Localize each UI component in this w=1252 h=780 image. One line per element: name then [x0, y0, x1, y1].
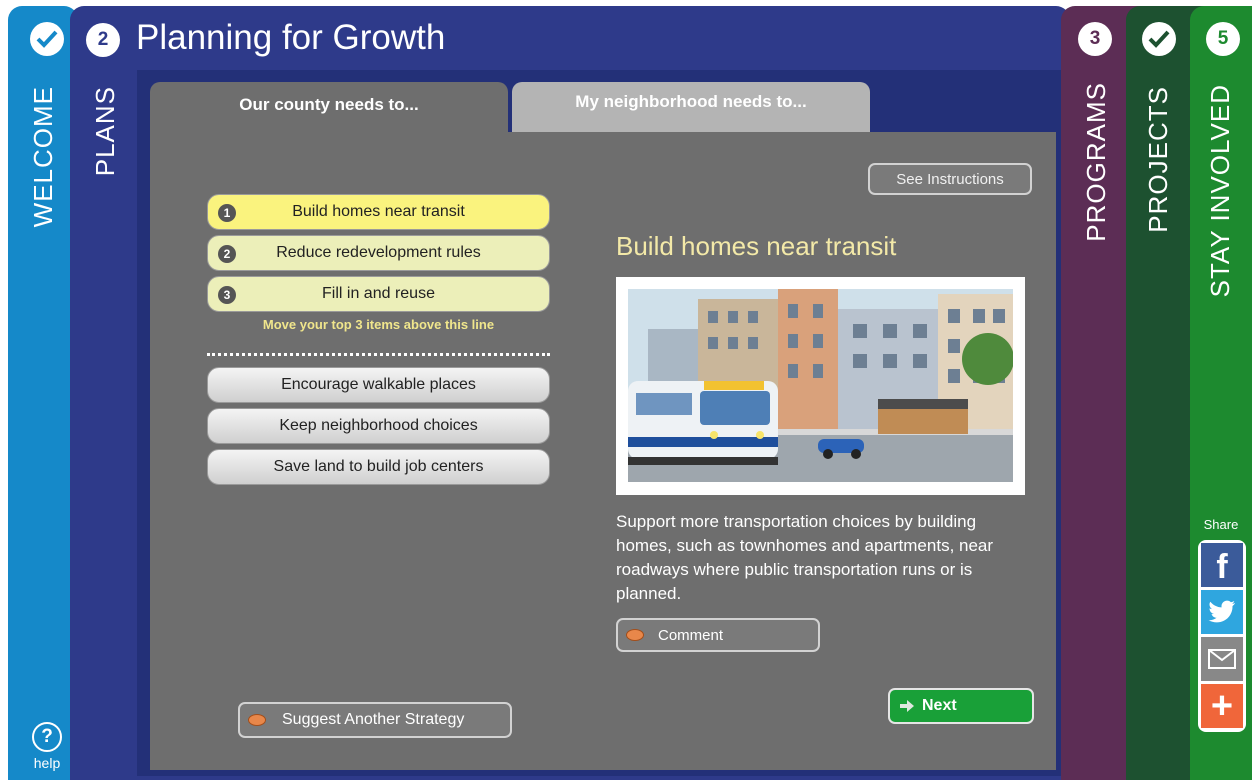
strategy-item-neighborhood[interactable]: Keep neighborhood choices — [207, 408, 550, 444]
next-button[interactable]: Next — [888, 688, 1034, 724]
share-label: Share — [1203, 517, 1239, 532]
rank-badge: 3 — [218, 286, 236, 304]
ranked-item-3[interactable]: 3 Fill in and reuse — [207, 276, 550, 312]
strategy-item-job-centers[interactable]: Save land to build job centers — [207, 449, 550, 485]
comment-bubble-icon — [248, 714, 266, 726]
strategy-title: Build homes near transit — [616, 231, 897, 261]
help-icon: ? — [32, 722, 62, 752]
next-button-label: Next — [922, 697, 957, 714]
tab-neighborhood[interactable]: My neighborhood needs to... — [512, 82, 870, 136]
projects-check-icon — [1142, 22, 1176, 56]
welcome-panel[interactable]: WELCOME ? help — [8, 6, 78, 780]
programs-step-number: 3 — [1078, 22, 1112, 56]
twitter-icon[interactable] — [1201, 590, 1243, 634]
see-instructions-button[interactable]: See Instructions — [868, 163, 1032, 195]
comment-button-label: Comment — [658, 626, 724, 644]
strategy-item-walkable[interactable]: Encourage walkable places — [207, 367, 550, 403]
comment-bubble-icon — [626, 629, 644, 641]
welcome-check-icon — [30, 22, 64, 56]
suggest-strategy-button[interactable]: Suggest Another Strategy — [238, 702, 512, 738]
ranked-item-label: Fill in and reuse — [322, 285, 435, 302]
stay-involved-step-number: 5 — [1206, 22, 1240, 56]
strategy-photo-frame — [616, 277, 1025, 495]
arrow-right-icon — [900, 700, 914, 712]
email-icon[interactable] — [1201, 637, 1243, 681]
facebook-icon[interactable]: f — [1201, 543, 1243, 587]
help-label: help — [33, 755, 61, 771]
tab-neighborhood-label: My neighborhood needs to... — [575, 92, 807, 111]
share-buttons: f + — [1198, 540, 1246, 732]
ranked-item-label: Reduce redevelopment rules — [276, 244, 481, 261]
rank-badge: 2 — [218, 245, 236, 263]
strategy-item-label: Keep neighborhood choices — [279, 417, 478, 434]
stay-involved-label: STAY INVOLVED — [1205, 84, 1235, 298]
strategy-description: Support more transportation choices by b… — [616, 512, 994, 603]
ranked-item-1[interactable]: 1 Build homes near transit — [207, 194, 550, 230]
rank-badge: 1 — [218, 204, 236, 222]
move-hint: Move your top 3 items above this line — [262, 317, 495, 332]
tab-county-label: Our county needs to... — [239, 95, 419, 114]
ranked-item-label: Build homes near transit — [292, 203, 465, 220]
add-icon[interactable]: + — [1201, 684, 1243, 728]
programs-label: PROGRAMS — [1081, 82, 1111, 242]
light-rail-photo — [628, 289, 1013, 482]
ranking-divider — [207, 353, 550, 356]
page-title: Planning for Growth — [136, 18, 446, 57]
help-button[interactable]: ? help — [25, 722, 69, 771]
comment-button[interactable]: Comment — [616, 618, 820, 652]
plans-label: PLANS — [90, 86, 120, 177]
ranked-item-2[interactable]: 2 Reduce redevelopment rules — [207, 235, 550, 271]
strategy-item-label: Save land to build job centers — [273, 458, 484, 475]
plans-step-number: 2 — [86, 23, 120, 57]
strategy-item-label: Encourage walkable places — [281, 376, 476, 393]
welcome-label: WELCOME — [28, 86, 58, 228]
projects-label: PROJECTS — [1143, 86, 1173, 233]
suggest-strategy-label: Suggest Another Strategy — [282, 711, 465, 728]
main-content: See Instructions 1 Build homes near tran… — [150, 132, 1056, 770]
